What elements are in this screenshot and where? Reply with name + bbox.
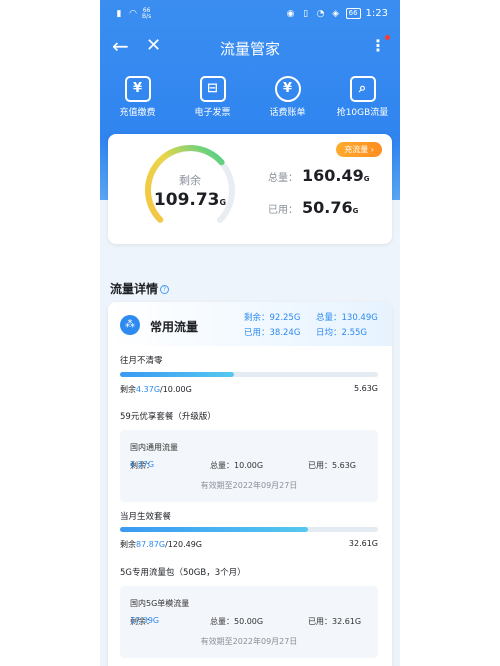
quick-actions: ¥ 充值缴费 ⊟ 电子发票 ¥ 话费账单 ⌕ 抢10GB流量 (100, 76, 400, 124)
eye-icon: ◉ (286, 8, 295, 19)
common-data-card: ⁂ 常用流量 剩余：92.25G 总量：130.49G 已用：38.24G 日均… (108, 302, 392, 666)
clock: 1:23 (365, 8, 388, 19)
status-bar: ▮ ◠ 66 B/s ◉ ▯ ◔ ◈ 66 1:23 (100, 0, 400, 28)
remaining-value: 109.73G (153, 190, 227, 210)
quick-action-label: 话费账单 (269, 108, 306, 118)
section-title: 流量详情? (110, 280, 170, 297)
package-title: 当月生效套餐 (120, 512, 172, 522)
usage-info: 剩余87.87G/120.49G 32.61G (120, 539, 378, 549)
phone-screen: ▮ ◠ 66B/s ◉ ▯ ◔ ◈ 66 1:23 ← ✕ 流量管家 ⋮ ¥ (100, 0, 400, 666)
plan-detail-box: 国内5G单模流量 剩余： 17.39G 总量：50.00G 已用：32.61G 有… (120, 586, 378, 658)
invoice-icon: ⊟ (199, 76, 226, 102)
card-daily: 日均：2.55G (316, 328, 368, 338)
used-stat: 已用： 50.76G (268, 198, 359, 217)
nav-bar: ← ✕ 流量管家 ⋮ (100, 30, 400, 64)
quick-action-bill[interactable]: ¥ 话费账单 (253, 76, 323, 124)
usage-info: 剩余4.37G/10.00G 5.63G (120, 384, 378, 394)
card-stats: 剩余：92.25G 总量：130.49G 已用：38.24G 日均：2.55G (244, 311, 388, 341)
plan-box-name: 国内通用流量 (130, 443, 178, 452)
total-stat: 总量： 160.49G (268, 166, 370, 185)
more-vertical-icon[interactable]: ⋮ (370, 36, 386, 56)
usage-used: 32.61G (348, 539, 378, 548)
plan-expire: 有效期至2022年09月27日 (200, 481, 298, 490)
help-icon[interactable]: ? (160, 285, 170, 294)
quick-action-label: 充值缴费 (119, 108, 156, 118)
usage-bar-fill (120, 527, 309, 532)
usage-bar (120, 372, 378, 377)
notification-dot (385, 35, 390, 40)
usage-used: 5.63G (353, 384, 378, 393)
vibrate-icon: ▯ (303, 8, 309, 19)
package-title: 往月不清零 (120, 356, 163, 366)
bill-search-icon: ¥ (274, 76, 301, 102)
net-speed: 66 B/s (142, 7, 152, 20)
bell-icon: ◈ (332, 8, 340, 19)
remaining-label: 剩余 (179, 174, 201, 187)
card-total: 总量：130.49G (316, 313, 378, 323)
battery-indicator: 66 (345, 8, 361, 19)
usage-bar (120, 527, 378, 532)
quick-action-invoice[interactable]: ⊟ 电子发票 (178, 76, 248, 124)
yuan-card-icon: ¥ (124, 76, 151, 102)
page-title: 流量管家 (219, 40, 280, 58)
plan-detail-box: 国内通用流量 剩余： 4.37G 总量：10.00G 已用：5.63G 有效期至2… (120, 430, 378, 502)
usage-bar-fill (120, 372, 234, 377)
quick-action-grab-data[interactable]: ⌕ 抢10GB流量 (328, 76, 398, 124)
wifi-icon: ◠ (129, 9, 137, 19)
card-remaining: 剩余：92.25G (244, 313, 301, 323)
plan-title: 59元优享套餐（升级版） (120, 412, 216, 422)
data-summary-card: 剩余 109.73G 充流量 › 总量： 160.49G 已用： 50.76G (108, 134, 392, 244)
hd-signal-icon: ▮ (116, 9, 122, 19)
card-title: 常用流量 (150, 320, 199, 334)
alarm-icon: ◔ (316, 8, 325, 19)
plan-box-name: 国内5G单模流量 (130, 599, 190, 608)
card-used: 已用：38.24G (244, 328, 301, 338)
quick-action-recharge[interactable]: ¥ 充值缴费 (103, 76, 173, 124)
plan-title: 5G专用流量包（50GB，3个月） (120, 568, 246, 578)
recharge-data-button[interactable]: 充流量 › (336, 142, 382, 157)
quick-action-label: 抢10GB流量 (336, 108, 389, 118)
quick-action-label: 电子发票 (194, 108, 231, 118)
plan-expire: 有效期至2022年09月27日 (200, 637, 298, 646)
card-header: ⁂ 常用流量 剩余：92.25G 总量：130.49G 已用：38.24G 日均… (108, 302, 392, 346)
data-grid-icon: ⁂ (120, 315, 140, 335)
doc-search-icon: ⌕ (349, 76, 376, 102)
